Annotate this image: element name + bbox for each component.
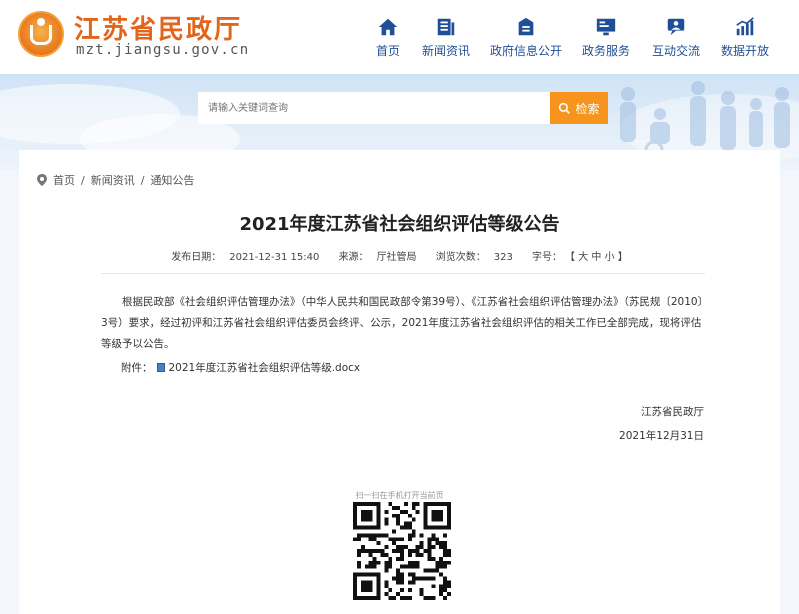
- nav-item-gov-info[interactable]: 政府信息公开: [490, 16, 562, 59]
- source-label: 来源：: [338, 252, 369, 263]
- site-title[interactable]: 江苏省民政厅: [74, 9, 242, 46]
- search-input[interactable]: [198, 92, 550, 124]
- attachment-link[interactable]: 2021年度江苏省社会组织评估等级.docx: [169, 360, 361, 375]
- breadcrumb: 首页 / 新闻资讯 / 通知公告: [37, 172, 194, 188]
- news-icon: [437, 18, 455, 36]
- monitor-icon: [596, 18, 616, 36]
- publish-date: 2021-12-31 15:40: [229, 252, 320, 263]
- views-label: 浏览次数：: [435, 252, 486, 263]
- nav-item-interaction[interactable]: 互动交流: [651, 16, 701, 59]
- breadcrumb-separator: /: [140, 173, 145, 187]
- qr-code-icon: [353, 502, 451, 600]
- attachment: 附件： 2021年度江苏省社会组织评估等级.docx: [121, 360, 360, 375]
- publish-date-label: 发布日期：: [171, 252, 222, 263]
- nav-label: 政府信息公开: [490, 44, 563, 58]
- signature-date: 2021年12月31日: [619, 430, 704, 442]
- nav-label: 数据开放: [720, 44, 769, 58]
- font-size-label: 字号：: [532, 252, 563, 263]
- chat-icon: [667, 18, 685, 36]
- search-icon: [559, 102, 571, 114]
- nav-item-news[interactable]: 新闻资讯: [421, 16, 471, 59]
- site-header: 江苏省民政厅 mzt.jiangsu.gov.cn 首页 新闻资讯 政府信息公开…: [0, 0, 799, 74]
- breadcrumb-item-home[interactable]: 首页: [53, 172, 75, 188]
- attachment-label: 附件：: [121, 362, 153, 374]
- nav-label: 首页: [375, 44, 400, 58]
- breadcrumb-separator: /: [81, 173, 85, 187]
- breadcrumb-item-news[interactable]: 新闻资讯: [91, 172, 135, 188]
- meta-divider: [101, 273, 705, 274]
- docx-file-icon: [156, 363, 165, 372]
- location-pin-icon: [37, 174, 47, 186]
- home-icon: [378, 18, 398, 36]
- breadcrumb-item-notice[interactable]: 通知公告: [150, 172, 194, 188]
- article-meta: 发布日期： 2021-12-31 15:40 来源： 厅社管局 浏览次数： 323 字…: [19, 248, 780, 263]
- qr-label: 扫一扫在手机打开当前页: [355, 491, 444, 500]
- nav-label: 政务服务: [581, 44, 630, 58]
- nav-label: 新闻资讯: [421, 44, 470, 58]
- source: 厅社管局: [376, 252, 417, 263]
- nav-label: 互动交流: [651, 44, 700, 58]
- site-logo-icon[interactable]: [18, 11, 64, 57]
- nav-item-data-open[interactable]: 数据开放: [720, 16, 770, 59]
- site-domain: mzt.jiangsu.gov.cn: [76, 42, 250, 58]
- nav-item-home[interactable]: 首页: [374, 16, 402, 59]
- search-button-label: 检索: [575, 101, 600, 116]
- article-title: 2021年度江苏省社会组织评估等级公告: [239, 214, 560, 235]
- article-card: 首页 / 新闻资讯 / 通知公告 2021年度江苏省社会组织评估等级公告 发布日…: [19, 150, 780, 614]
- views-count: 323: [493, 252, 513, 263]
- font-size-switch[interactable]: 【 大 中 小 】: [570, 252, 628, 263]
- document-icon: [518, 17, 534, 36]
- article-body: 根据民政部《社会组织评估管理办法》（中华人民共和国民政部令第39号）、《江苏省社…: [101, 296, 703, 350]
- chart-icon: [736, 17, 754, 36]
- signature-org: 江苏省民政厅: [641, 406, 704, 418]
- nav-item-gov-service[interactable]: 政务服务: [581, 16, 631, 59]
- search-button[interactable]: 检索: [550, 92, 608, 124]
